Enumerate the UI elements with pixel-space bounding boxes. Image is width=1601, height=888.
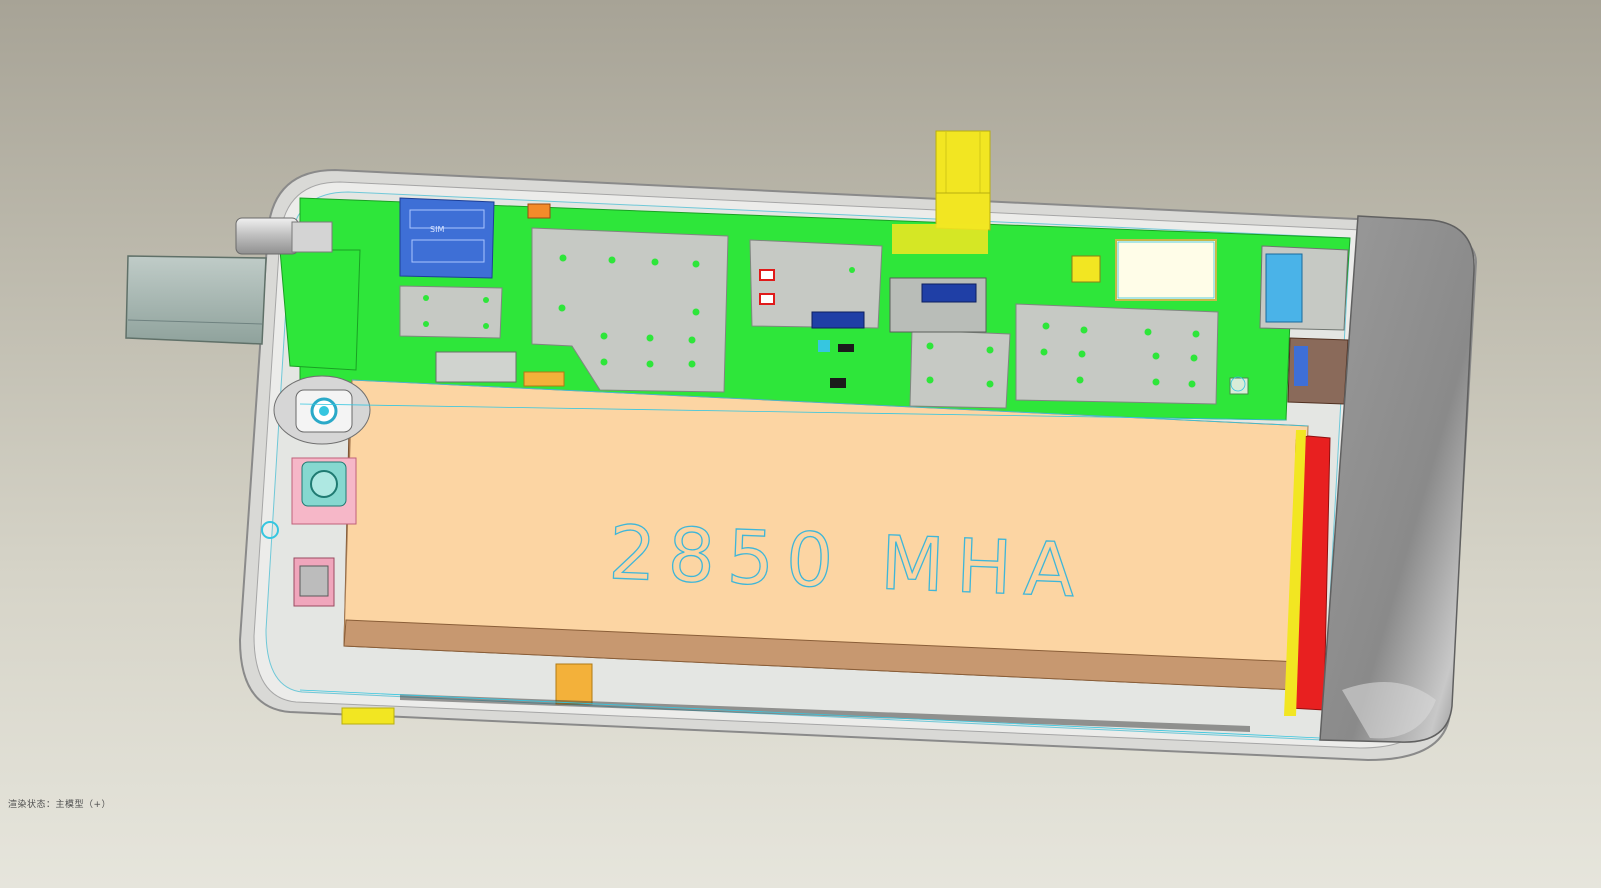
battery-pack[interactable]: 2850 MHA — [343, 379, 1309, 691]
flex-connector-icon — [921, 283, 977, 303]
sim-slot-icon: SIM — [430, 225, 444, 234]
audio-jack[interactable] — [235, 217, 333, 255]
usb-plug-icon[interactable] — [125, 255, 267, 345]
render-status-text: 渲染状态：主模型（+） — [8, 800, 112, 810]
cad-viewport[interactable]: SIM 2850 MHA — [0, 0, 1601, 888]
sim-card-tray[interactable]: SIM — [399, 197, 495, 279]
top-flex-cable[interactable] — [892, 130, 991, 254]
battery-capacity-label: 2850 MHA — [607, 510, 1088, 614]
